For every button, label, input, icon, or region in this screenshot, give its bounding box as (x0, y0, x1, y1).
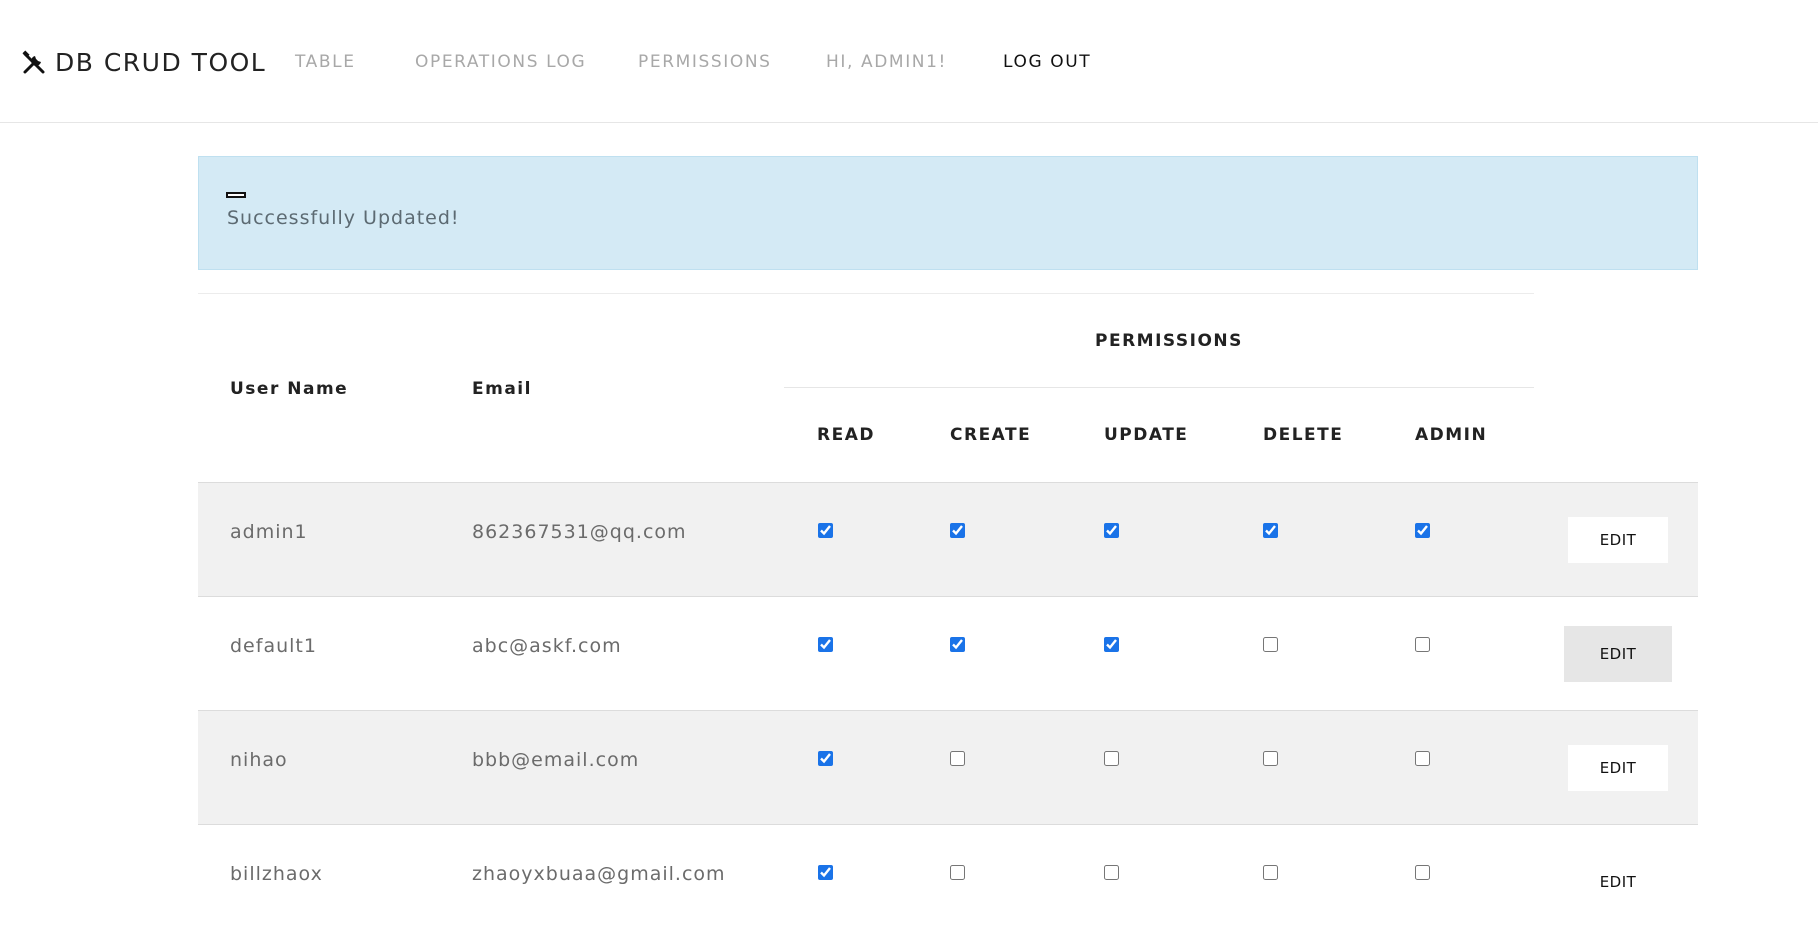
table-row: billzhaox zhaoyxbuaa@gmail.com EDIT (198, 824, 1698, 938)
delete-checkbox[interactable] (1263, 523, 1278, 538)
read-checkbox[interactable] (818, 751, 833, 766)
edit-button[interactable]: EDIT (1568, 517, 1668, 563)
header-update: UPDATE (1104, 425, 1189, 445)
read-checkbox[interactable] (818, 523, 833, 538)
create-checkbox[interactable] (950, 751, 965, 766)
success-alert: Successfully Updated! (198, 156, 1698, 270)
table-top-divider (198, 293, 1534, 294)
nav-permissions[interactable]: PERMISSIONS (638, 52, 772, 72)
top-navbar: DB CRUD TOOL TABLE OPERATIONS LOG PERMIS… (0, 0, 1818, 123)
permissions-divider (784, 387, 1534, 388)
alert-close-button[interactable] (226, 192, 246, 198)
table-row: default1 abc@askf.com EDIT (198, 596, 1698, 710)
delete-checkbox[interactable] (1263, 865, 1278, 880)
header-permissions: PERMISSIONS (1095, 331, 1243, 351)
edit-button[interactable]: EDIT (1564, 626, 1672, 682)
read-checkbox[interactable] (818, 637, 833, 652)
header-read: READ (817, 425, 875, 445)
header-email: Email (472, 379, 532, 399)
tools-icon (22, 49, 45, 73)
nav-table[interactable]: TABLE (295, 52, 356, 72)
header-delete: DELETE (1263, 425, 1344, 445)
update-checkbox[interactable] (1104, 637, 1119, 652)
table-row: nihao bbb@email.com EDIT (198, 710, 1698, 824)
update-checkbox[interactable] (1104, 523, 1119, 538)
create-checkbox[interactable] (950, 865, 965, 880)
admin-checkbox[interactable] (1415, 865, 1430, 880)
nav-log-out[interactable]: LOG OUT (1003, 52, 1091, 72)
brand[interactable]: DB CRUD TOOL (21, 48, 266, 77)
alert-message: Successfully Updated! (227, 207, 460, 229)
user-name-cell: nihao (230, 749, 288, 771)
header-admin: ADMIN (1415, 425, 1488, 445)
delete-checkbox[interactable] (1263, 751, 1278, 766)
email-cell: zhaoyxbuaa@gmail.com (472, 863, 726, 885)
email-cell: bbb@email.com (472, 749, 640, 771)
header-create: CREATE (950, 425, 1032, 445)
delete-checkbox[interactable] (1263, 637, 1278, 652)
nav-greeting[interactable]: HI, ADMIN1! (826, 52, 947, 72)
header-user-name: User Name (230, 379, 349, 399)
nav-operations-log[interactable]: OPERATIONS LOG (415, 52, 586, 72)
edit-button[interactable]: EDIT (1568, 745, 1668, 791)
email-cell: 862367531@qq.com (472, 521, 687, 543)
update-checkbox[interactable] (1104, 751, 1119, 766)
edit-button[interactable]: EDIT (1568, 859, 1668, 905)
brand-title: DB CRUD TOOL (55, 48, 267, 77)
read-checkbox[interactable] (818, 865, 833, 880)
table-row: admin1 862367531@qq.com EDIT (198, 482, 1698, 596)
update-checkbox[interactable] (1104, 865, 1119, 880)
create-checkbox[interactable] (950, 637, 965, 652)
user-name-cell: default1 (230, 635, 317, 657)
email-cell: abc@askf.com (472, 635, 622, 657)
admin-checkbox[interactable] (1415, 637, 1430, 652)
user-name-cell: admin1 (230, 521, 308, 543)
user-name-cell: billzhaox (230, 863, 323, 885)
admin-checkbox[interactable] (1415, 523, 1430, 538)
create-checkbox[interactable] (950, 523, 965, 538)
admin-checkbox[interactable] (1415, 751, 1430, 766)
